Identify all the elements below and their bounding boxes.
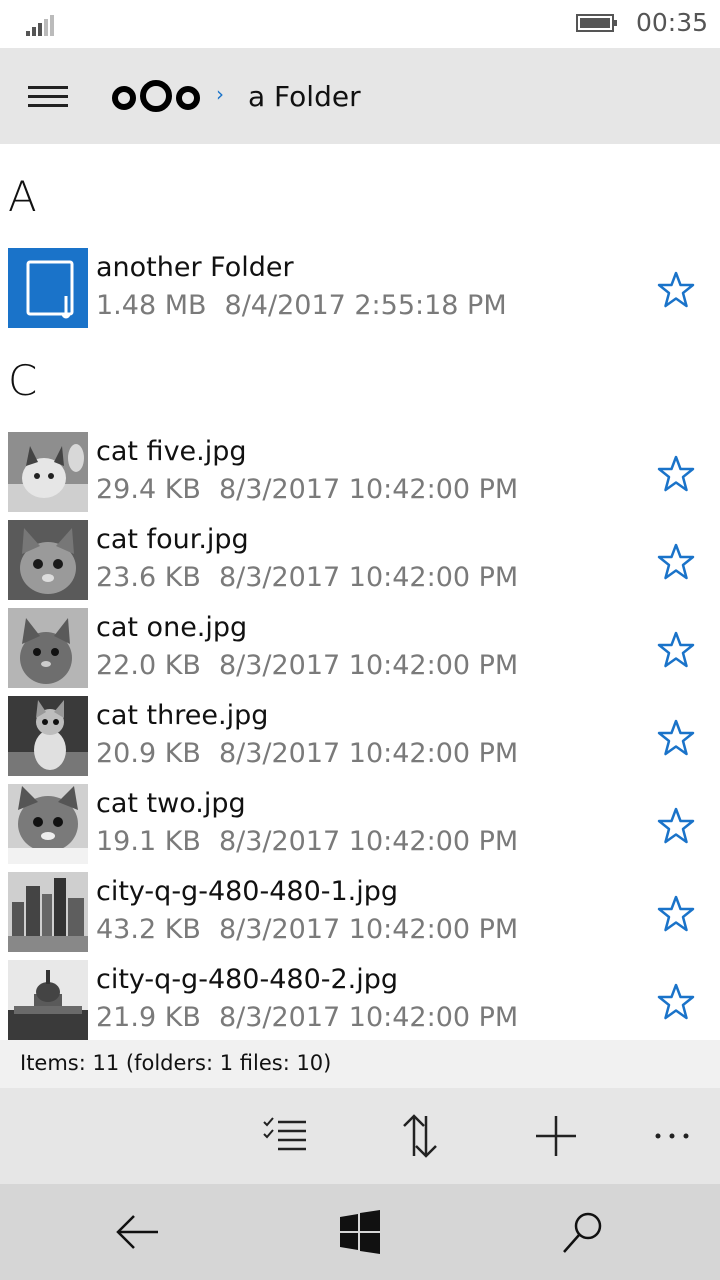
- search-icon[interactable]: [556, 1208, 612, 1256]
- signal-icon: [26, 14, 56, 36]
- list-item[interactable]: cat one.jpg 22.0 KB 8/3/2017 10:42:00 PM: [0, 608, 720, 692]
- hamburger-menu-button[interactable]: [18, 72, 78, 120]
- image-thumbnail: [8, 608, 88, 688]
- item-name: cat two.jpg: [96, 788, 246, 819]
- image-thumbnail: [8, 872, 88, 952]
- star-icon[interactable]: [656, 542, 696, 582]
- windows-icon[interactable]: [332, 1208, 388, 1256]
- group-header-c: C: [8, 356, 38, 405]
- item-size: 20.9 KB: [96, 738, 201, 769]
- item-size: 29.4 KB: [96, 474, 201, 505]
- item-name: city-q-g-480-480-1.jpg: [96, 876, 399, 907]
- item-name: cat four.jpg: [96, 524, 249, 555]
- item-meta: 29.4 KB 8/3/2017 10:42:00 PM: [96, 474, 518, 505]
- list-item[interactable]: another Folder 1.48 MB 8/4/2017 2:55:18 P…: [0, 248, 720, 332]
- list-item[interactable]: cat five.jpg 29.4 KB 8/3/2017 10:42:00 PM: [0, 432, 720, 516]
- item-meta: 20.9 KB 8/3/2017 10:42:00 PM: [96, 738, 518, 769]
- list-item[interactable]: city-q-g-480-480-1.jpg 43.2 KB 8/3/2017 1…: [0, 872, 720, 956]
- item-name: cat five.jpg: [96, 436, 247, 467]
- folder-thumbnail: [8, 248, 88, 328]
- item-size: 22.0 KB: [96, 650, 201, 681]
- item-size: 43.2 KB: [96, 914, 201, 945]
- item-meta: 21.9 KB 8/3/2017 10:42:00 PM: [96, 1002, 518, 1033]
- folder-icon: [26, 260, 74, 319]
- group-header-a: A: [8, 172, 37, 221]
- item-date: 8/3/2017 10:42:00 PM: [218, 562, 519, 593]
- item-date: 8/4/2017 2:55:18 PM: [224, 290, 507, 321]
- item-date: 8/3/2017 10:42:00 PM: [218, 474, 519, 505]
- clock: 00:35: [636, 8, 709, 37]
- item-meta: 1.48 MB 8/4/2017 2:55:18 PM: [96, 290, 507, 321]
- image-thumbnail: [8, 784, 88, 864]
- item-meta: 43.2 KB 8/3/2017 10:42:00 PM: [96, 914, 518, 945]
- breadcrumb-separator: ›: [216, 82, 224, 106]
- list-item[interactable]: cat four.jpg 23.6 KB 8/3/2017 10:42:00 PM: [0, 520, 720, 604]
- star-icon[interactable]: [656, 894, 696, 934]
- star-icon[interactable]: [656, 806, 696, 846]
- item-date: 8/3/2017 10:42:00 PM: [218, 914, 519, 945]
- select-list-icon[interactable]: [258, 1112, 314, 1160]
- header: › a Folder: [0, 48, 720, 144]
- item-date: 8/3/2017 10:42:00 PM: [218, 826, 519, 857]
- image-thumbnail: [8, 432, 88, 512]
- status-bar: 00:35: [0, 0, 720, 48]
- items-summary: Items: 11 (folders: 1 files: 10): [20, 1051, 332, 1075]
- image-thumbnail: [8, 960, 88, 1040]
- image-thumbnail: [8, 696, 88, 776]
- more-icon[interactable]: [644, 1112, 700, 1160]
- list-item[interactable]: cat two.jpg 19.1 KB 8/3/2017 10:42:00 PM: [0, 784, 720, 868]
- item-meta: 19.1 KB 8/3/2017 10:42:00 PM: [96, 826, 518, 857]
- nextcloud-logo[interactable]: [110, 78, 202, 114]
- item-size: 21.9 KB: [96, 1002, 201, 1033]
- item-size: 19.1 KB: [96, 826, 201, 857]
- system-nav-bar: [0, 1184, 720, 1280]
- item-meta: 22.0 KB 8/3/2017 10:42:00 PM: [96, 650, 518, 681]
- item-date: 8/3/2017 10:42:00 PM: [218, 650, 519, 681]
- item-name: city-q-g-480-480-2.jpg: [96, 964, 399, 995]
- star-icon[interactable]: [656, 718, 696, 758]
- back-arrow-icon[interactable]: [108, 1208, 164, 1256]
- star-icon[interactable]: [656, 270, 696, 310]
- image-thumbnail: [8, 520, 88, 600]
- item-size: 23.6 KB: [96, 562, 201, 593]
- add-icon[interactable]: [528, 1112, 584, 1160]
- battery-icon: [576, 14, 617, 32]
- list-item[interactable]: cat three.jpg 20.9 KB 8/3/2017 10:42:00 P…: [0, 696, 720, 780]
- item-meta: 23.6 KB 8/3/2017 10:42:00 PM: [96, 562, 518, 593]
- item-name: another Folder: [96, 252, 294, 283]
- item-name: cat three.jpg: [96, 700, 269, 731]
- item-date: 8/3/2017 10:42:00 PM: [218, 738, 519, 769]
- items-summary-bar: Items: 11 (folders: 1 files: 10): [0, 1040, 720, 1088]
- star-icon[interactable]: [656, 454, 696, 494]
- list-item[interactable]: city-q-g-480-480-2.jpg 21.9 KB 8/3/2017 1…: [0, 960, 720, 1044]
- sort-icon[interactable]: [392, 1112, 448, 1160]
- star-icon[interactable]: [656, 982, 696, 1022]
- hamburger-menu-icon: [28, 86, 68, 89]
- folder-title[interactable]: a Folder: [248, 80, 361, 113]
- item-size: 1.48 MB: [96, 290, 207, 321]
- item-date: 8/3/2017 10:42:00 PM: [218, 1002, 519, 1033]
- app-bar: [0, 1088, 720, 1184]
- item-name: cat one.jpg: [96, 612, 248, 643]
- star-icon[interactable]: [656, 630, 696, 670]
